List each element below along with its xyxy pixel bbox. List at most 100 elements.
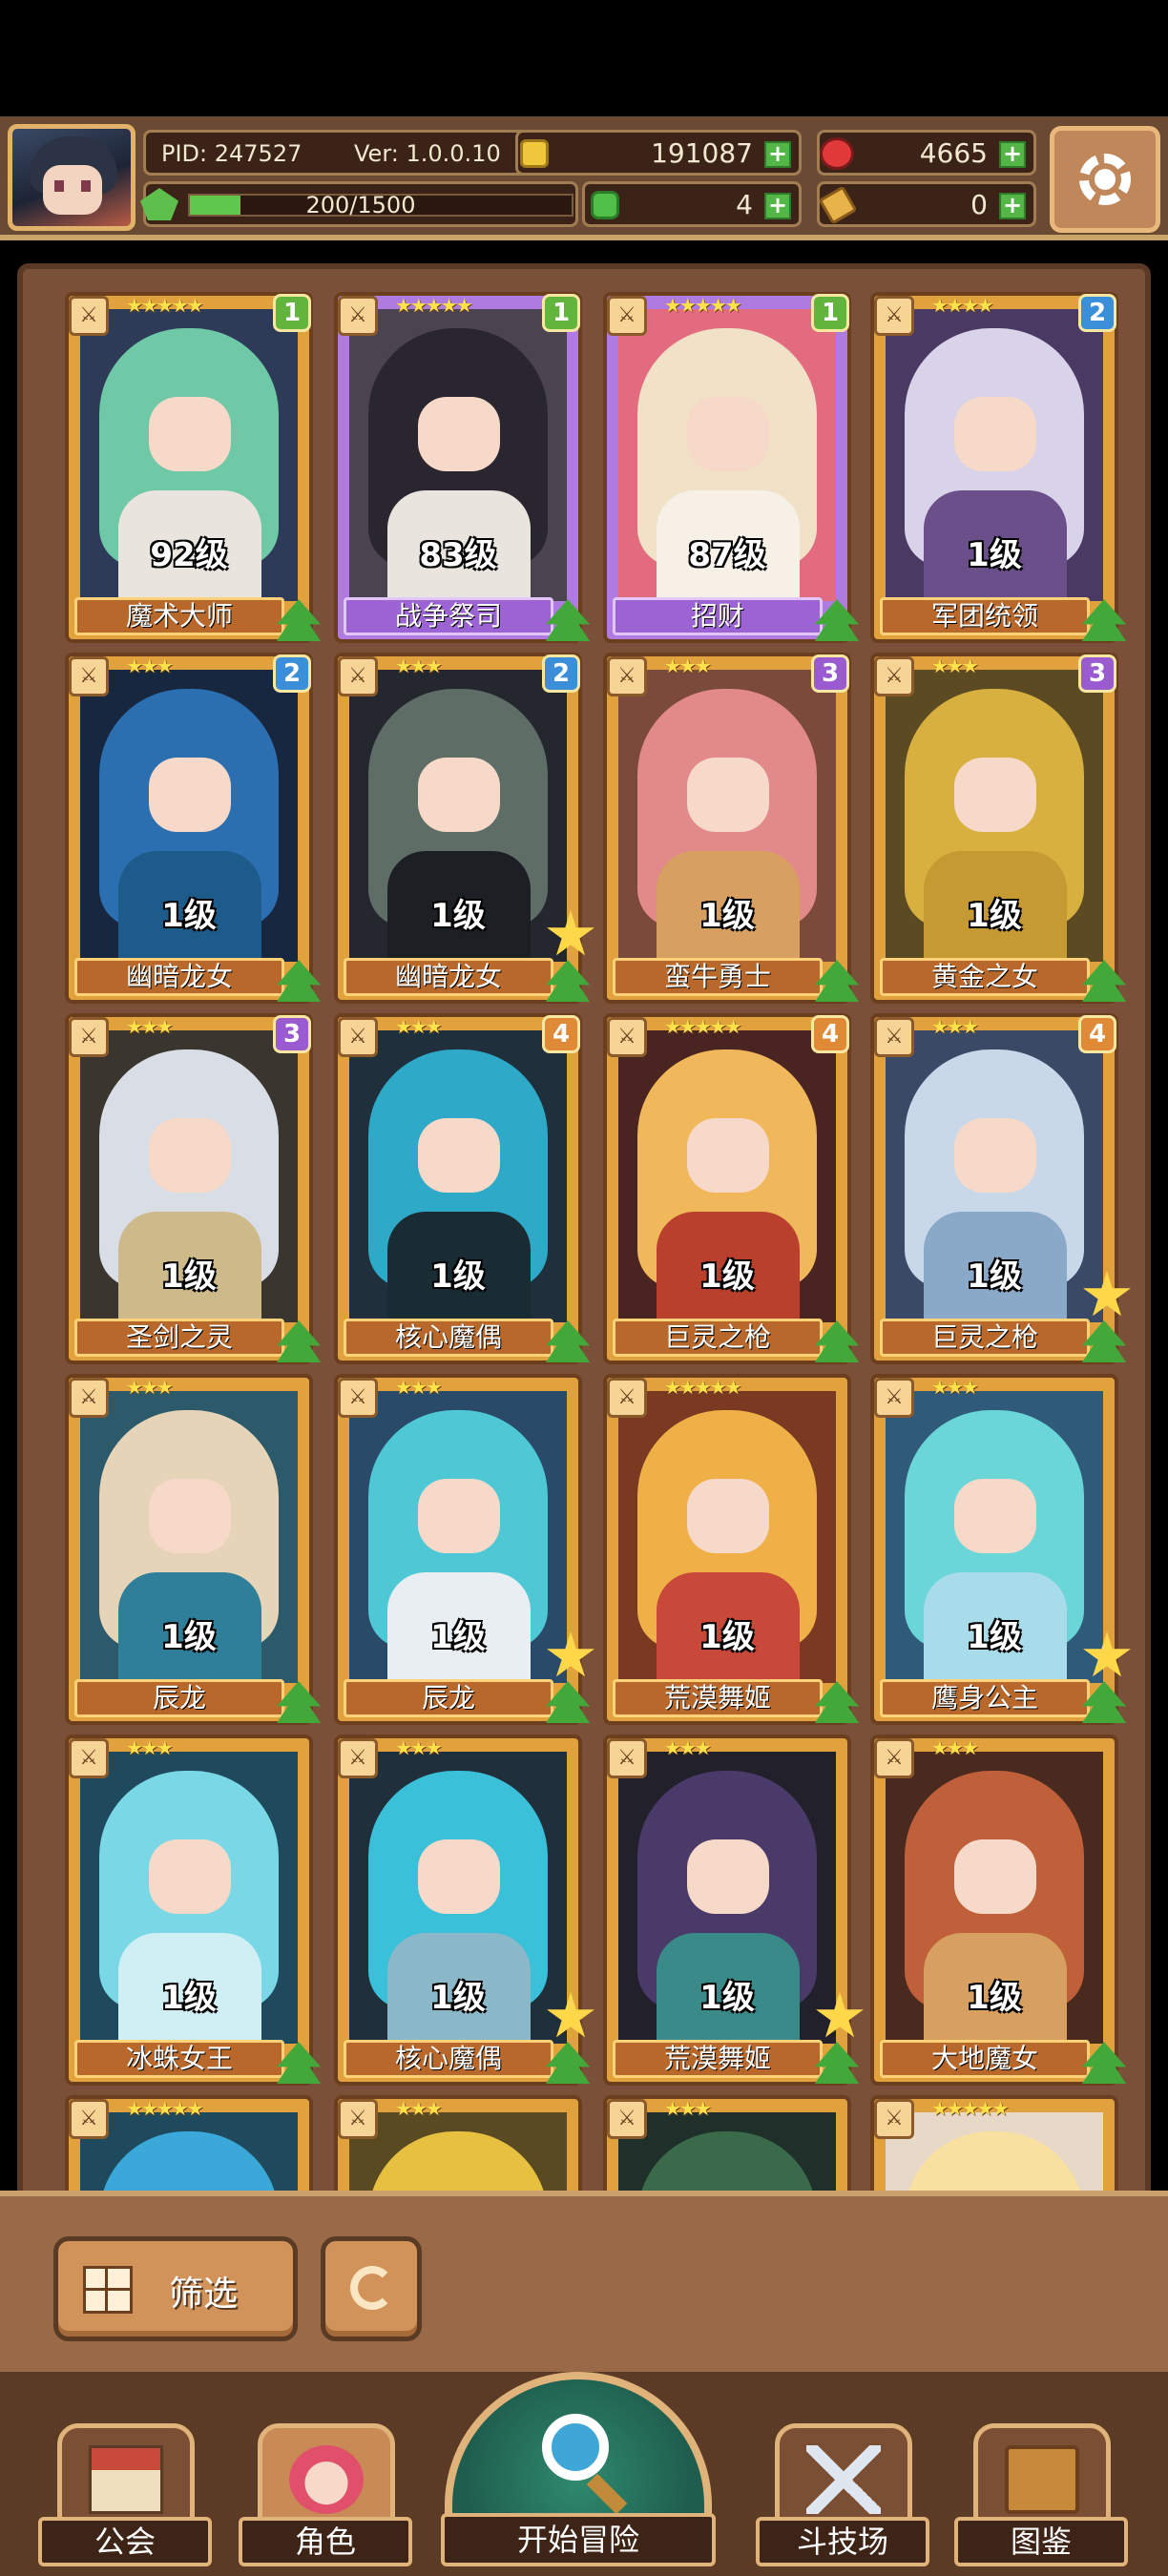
gold-add-button[interactable]: + [764,141,791,168]
weapon-type-icon: ⚔ [338,296,378,336]
hero-level: 1级 [967,536,1022,574]
hero-name: 冰蛛女王 [74,2040,284,2078]
weapon-type-icon: ⚔ [338,1378,378,1418]
hero-level: 92级 [150,536,228,574]
hero-stars: ★★★ [395,1376,443,1399]
hero-name: 大地魔女 [880,2040,1090,2078]
player-avatar[interactable] [8,124,136,231]
hero-card[interactable]: ⚔ ★★★ 4 1级 核心魔偶 [334,1013,590,1364]
weapon-type-icon: ⚔ [69,1378,109,1418]
hero-level: 1级 [430,1979,486,2017]
hero-name: 巨灵之枪 [880,1319,1090,1357]
hero-card[interactable]: ⚔ ★★★ 1级 辰龙 [65,1374,321,1725]
hero-card[interactable]: ⚔ ★★★★★ [65,2095,313,2194]
nav-start-adventure[interactable]: 开始冒险 [435,2372,721,2576]
hero-card[interactable]: ⚔ ★★★ 3 1级 圣剑之灵 [65,1013,321,1364]
hero-card[interactable]: ⚔ ★★★★★ 1级 荒漠舞姬 [603,1374,859,1725]
weapon-type-icon: ⚔ [69,656,109,696]
weapon-type-icon: ⚔ [607,1378,647,1418]
hero-name: 魔术大师 [74,597,284,635]
hero-face [149,1118,231,1193]
hero-card[interactable]: ⚔ ★★★★★ 1 92级 魔术大师 [65,292,321,643]
nav-arena[interactable]: 斗技场 [756,2408,929,2576]
hero-card[interactable]: ⚔ ★★★★ 2 1级军团统领 [870,292,1126,643]
hero-card[interactable]: ⚔ ★★★ 4 1级 巨灵之枪 [870,1013,1131,1364]
hero-stars: ★★★ [664,1736,712,1759]
avatar-eye-left [54,180,64,192]
hero-level: 1级 [161,1618,217,1656]
hero-level: 1级 [967,1979,1022,2017]
hero-name: 核心魔偶 [344,1319,553,1357]
hero-card[interactable]: ⚔ ★★★ 1级 核心魔偶 [334,1735,594,2086]
hero-card[interactable]: ⚔ ★★★ 2 1级 幽暗龙女 [65,653,321,1004]
hero-face [418,1839,500,1914]
hero-face [954,397,1036,471]
hero-card[interactable]: ⚔ ★★★ 3 1级 黄金之女 [870,653,1126,1004]
hero-card[interactable]: ⚔ ★★★ 1级 荒漠舞姬 [603,1735,864,2086]
hero-card[interactable]: ⚔ ★★★ [334,2095,582,2194]
hero-card[interactable]: ⚔ ★★★★★ 1 83级 战争祭司 [334,292,590,643]
hero-stars: ★★★ [126,1736,174,1759]
clover-counter: 4 + [582,181,802,227]
ticket-add-button[interactable]: + [999,193,1026,219]
gold-counter: 191087 + [515,130,802,176]
hero-face [149,1839,231,1914]
weapon-type-icon: ⚔ [338,1738,378,1778]
weapon-type-icon: ⚔ [338,656,378,696]
hero-stars: ★★★★★ [664,294,742,317]
weapon-type-icon: ⚔ [874,296,914,336]
status-bar [0,0,1168,116]
nav-adventure-label: 开始冒险 [441,2513,716,2566]
nav-character[interactable]: 角色 [239,2408,412,2576]
hero-level: 1级 [161,897,217,935]
hero-card[interactable]: ⚔ ★★★ 1级 鹰身公主 [870,1374,1131,1725]
hero-card[interactable]: ⚔ ★★★★★ [870,2095,1118,2194]
hero-stars: ★★★ [931,1736,979,1759]
ruby-add-button[interactable]: + [999,141,1026,168]
settings-button[interactable] [1050,126,1160,233]
hero-card[interactable]: ⚔ ★★★ 2 1级 幽暗龙女 [334,653,594,1004]
experience-bar: 200/1500 [140,181,578,227]
hero-level: 1级 [967,1618,1022,1656]
hero-card[interactable]: ⚔ ★★★ 1级大地魔女 [870,1735,1126,2086]
hero-level: 1级 [699,1618,755,1656]
hero-name: 辰龙 [74,1679,284,1717]
refresh-button[interactable] [321,2236,422,2341]
weapon-type-icon: ⚔ [338,2099,378,2139]
weapon-type-icon: ⚔ [69,296,109,336]
hero-card[interactable]: ⚔ ★★★★★ 1 87级 招财 [603,292,859,643]
clover-add-button[interactable]: + [764,193,791,219]
weapon-type-icon: ⚔ [874,2099,914,2139]
filter-toolbar: 筛选 [0,2191,1168,2372]
hero-stars: ★★★ [395,2097,443,2120]
crossed-swords-icon [806,2445,881,2514]
filter-button[interactable]: 筛选 [53,2236,298,2341]
hero-card[interactable]: ⚔ ★★★ 1级 辰龙 [334,1374,594,1725]
hero-stars: ★★★★★ [395,294,473,317]
hero-card[interactable]: ⚔ ★★★ [603,2095,851,2194]
weapon-type-icon: ⚔ [874,1738,914,1778]
hero-level: 1级 [430,1618,486,1656]
hero-name: 军团统领 [880,597,1090,635]
hero-rank-badge: 2 [1078,294,1116,332]
gear-icon [1079,154,1131,205]
hero-stars: ★★★★ [931,294,994,317]
weapon-type-icon: ⚔ [69,1738,109,1778]
nav-codex[interactable]: 图鉴 [954,2408,1128,2576]
ruby-counter: 4665 + [817,130,1036,176]
hero-card[interactable]: ⚔ ★★★ 3 1级 蛮牛勇士 [603,653,859,1004]
hero-stars: ★★★ [395,654,443,677]
hero-card[interactable]: ⚔ ★★★ 1级 冰蛛女王 [65,1735,321,2086]
character-roster[interactable]: ⚔ ★★★★★ 1 92级 魔术大师 ⚔ ★★★★★ 1 83级 战争祭司 ⚔ ★★★★★ 1 87级 招财… [17,263,1151,2200]
nav-character-label: 角色 [239,2517,412,2566]
weapon-type-icon: ⚔ [607,656,647,696]
hero-face [954,1479,1036,1553]
nav-arena-label: 斗技场 [756,2517,929,2566]
hero-level: 1级 [967,1257,1022,1296]
hero-level: 83级 [419,536,497,574]
hero-rank-badge: 1 [273,294,311,332]
hero-card[interactable]: ⚔ ★★★★★ 4 1级 巨灵之枪 [603,1013,859,1364]
hero-face [954,1839,1036,1914]
nav-guild[interactable]: 公会 [38,2408,212,2576]
hero-stars: ★★★ [395,1736,443,1759]
